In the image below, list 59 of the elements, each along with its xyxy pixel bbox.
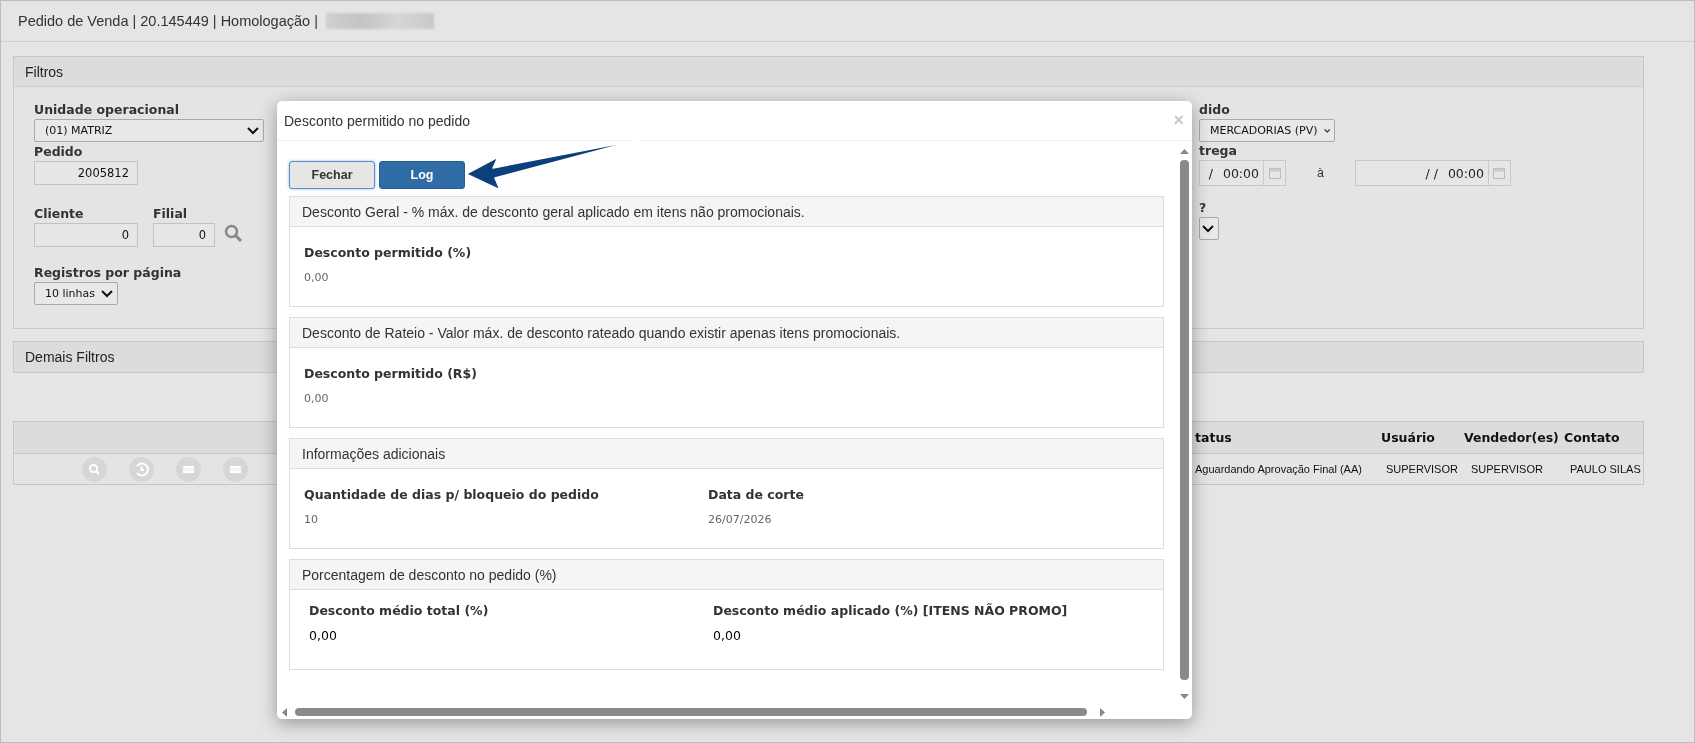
field-label: Desconto médio aplicado (%) [ITENS NÃO PROMO] [713, 603, 1069, 618]
page-title: Pedido de Venda | 20.145449 | Homologação | [18, 13, 318, 29]
table-cell-text: Aguardando Aprovação Final (AA) [1195, 463, 1363, 475]
chevron-icon [247, 126, 259, 135]
field-label: trega [1199, 143, 1237, 158]
table-cell-text: PAULO SILAS [1569, 463, 1642, 475]
order-type-select[interactable]: MERCADORIAS (PV) [1199, 119, 1335, 142]
column-header: Contato [1564, 430, 1621, 445]
list-icon[interactable] [176, 456, 201, 482]
field-label: Pedido [34, 144, 83, 159]
search-icon[interactable] [82, 456, 107, 482]
table-cell-text: SUPERVISOR [1385, 463, 1459, 475]
calendar-icon [1268, 167, 1281, 179]
section-title: Informações adicionais [290, 439, 1163, 469]
field-label: Registros por página [34, 265, 182, 280]
order-field[interactable]: 2005812 [34, 161, 138, 185]
history-icon[interactable] [129, 456, 154, 482]
field-label: Unidade operacional [34, 102, 179, 117]
field-label: Filial [153, 206, 188, 221]
section-title: Desconto de Rateio - Valor máx. de desconto rateado quando existir apenas itens promocionais. [290, 318, 1163, 348]
field-value: 0,00 [304, 271, 330, 284]
field-value: 10 [304, 513, 319, 526]
section-title: Desconto Geral - % máx. de desconto geral aplicado em itens não promocionais. [290, 197, 1163, 227]
field-value: 26/07/2026 [708, 513, 773, 526]
field-label: Desconto médio total (%) [309, 603, 490, 618]
field-label: Cliente [34, 206, 84, 221]
search-icon[interactable] [224, 224, 243, 243]
client-field[interactable]: 0 [34, 223, 138, 247]
field-label: Desconto permitido (%) [304, 245, 473, 260]
section-title: Porcentagem de desconto no pedido (%) [290, 560, 1163, 590]
list-icon[interactable] [223, 456, 248, 482]
chevron-icon [101, 289, 113, 298]
field-value: 0,00 [713, 628, 742, 643]
field-label: ? [1199, 200, 1207, 215]
field-label: Quantidade de dias p/ bloqueio do pedido [304, 487, 600, 502]
scrollbar[interactable] [281, 707, 1107, 718]
date-field[interactable]: / 00:00 [1199, 160, 1286, 186]
branch-field[interactable]: 0 [153, 223, 215, 247]
field-value: 0,00 [309, 628, 338, 643]
dialog-title: Desconto permitido no pedido [284, 112, 470, 129]
page-size-select[interactable]: 10 linhas [34, 282, 118, 305]
column-header: Vendedor(es) [1464, 430, 1560, 445]
panel-title: Filtros [14, 57, 1643, 87]
column-header: tatus [1195, 430, 1233, 445]
chevron-icon [1323, 126, 1330, 135]
range-separator: à [1317, 166, 1324, 180]
chevron-icon [1202, 224, 1214, 233]
close-dialog-button[interactable]: Fechar [289, 161, 375, 189]
date-field[interactable]: / / 00:00 [1354, 160, 1511, 186]
yes-no-select[interactable] [1199, 217, 1219, 240]
column-header: Usuário [1381, 430, 1436, 445]
scrollbar[interactable] [1179, 148, 1190, 700]
field-value: 0,00 [304, 392, 330, 405]
table-cell-text: SUPERVISOR [1470, 463, 1544, 475]
calendar-icon [1493, 167, 1506, 179]
field-label: Data de corte [708, 487, 805, 502]
unit-select[interactable]: (01) MATRIZ [34, 119, 264, 142]
log-button[interactable]: Log [379, 161, 465, 189]
field-label: dido [1199, 102, 1230, 117]
